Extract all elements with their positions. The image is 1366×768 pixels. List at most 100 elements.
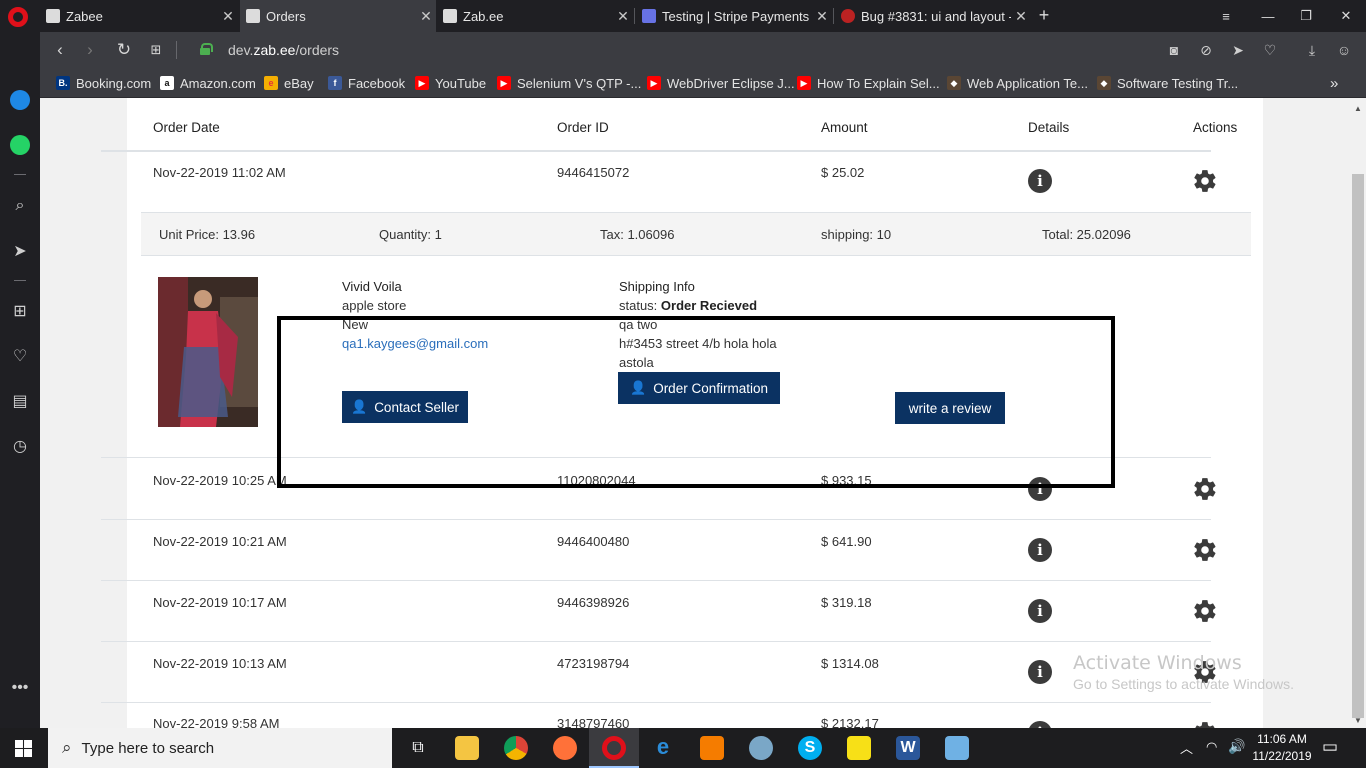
xampp-icon[interactable]	[700, 736, 724, 760]
url-prefix: dev.	[228, 42, 254, 58]
scroll-up-arrow-icon[interactable]: ▲	[1352, 102, 1364, 114]
chrome-icon[interactable]	[504, 736, 528, 760]
bookmark-label: How To Explain Sel...	[817, 75, 940, 91]
tab-zabee[interactable]: Zabee ✕	[40, 0, 238, 32]
forward-button[interactable]: ›	[78, 38, 102, 62]
whatsapp-icon[interactable]	[10, 135, 30, 155]
opera-logo-icon[interactable]	[8, 7, 28, 27]
status-label: status:	[619, 298, 658, 313]
windows-taskbar: ⌕ Type here to search ⧉ e S W ︿ ◠ 🔊 11:0…	[0, 728, 1366, 768]
scrollbar-thumb[interactable]	[1352, 174, 1364, 718]
taskbar-search-box[interactable]: ⌕ Type here to search	[48, 728, 392, 768]
new-tab-button[interactable]: +	[1034, 5, 1054, 25]
address-bar: ‹ › ↻ ⊞ dev.zab.ee/orders ◙ ⊘ ➤ ♡ ⤓ ☺	[40, 32, 1366, 68]
close-tab-icon[interactable]: ✕	[812, 8, 832, 25]
order-date-cell: Nov-22-2019 10:13 AM	[153, 656, 287, 671]
bookmark-facebook[interactable]: f Facebook	[328, 68, 405, 98]
tab-favicon-icon	[246, 9, 260, 23]
search-icon[interactable]: ⌕	[8, 194, 32, 218]
order-amount-cell: $ 641.90	[821, 534, 872, 549]
flow-send-icon[interactable]: ➤	[8, 239, 32, 263]
bookmark-explain-selenium[interactable]: ▶ How To Explain Sel...	[797, 68, 940, 98]
gear-icon[interactable]	[1192, 476, 1218, 502]
order-date-cell: Nov-22-2019 10:21 AM	[153, 534, 287, 549]
highlight-annotation-box	[277, 316, 1115, 488]
more-bookmarks-icon[interactable]: »	[1330, 68, 1338, 98]
bookmark-label: eBay	[284, 75, 314, 91]
seller-store: apple store	[342, 298, 407, 313]
task-view-icon[interactable]: ⧉	[406, 736, 430, 760]
download-icon[interactable]: ⤓	[1302, 40, 1322, 60]
tab-title: Zab.ee	[463, 8, 504, 24]
info-icon[interactable]: i	[1028, 721, 1052, 728]
header-order-id: Order ID	[557, 120, 609, 135]
show-hidden-icons-icon[interactable]: ︿	[1180, 738, 1193, 757]
amazon-icon: a	[160, 76, 174, 90]
bookmark-webdriver-eclipse[interactable]: ▶ WebDriver Eclipse J...	[647, 68, 795, 98]
info-icon[interactable]: i	[1028, 599, 1052, 623]
info-icon[interactable]: i	[1028, 169, 1052, 193]
history-clock-icon[interactable]: ◷	[8, 434, 32, 458]
restore-button[interactable]: ❐	[1286, 0, 1326, 32]
news-icon[interactable]: ▤	[8, 389, 32, 413]
minimize-button[interactable]: —	[1248, 0, 1288, 32]
bookmark-software-testing[interactable]: ◆ Software Testing Tr...	[1097, 68, 1238, 98]
clock-date[interactable]: 11/22/2019	[1250, 749, 1314, 763]
scroll-down-arrow-icon[interactable]: ▼	[1352, 714, 1364, 726]
snapshot-icon[interactable]: ◙	[1164, 40, 1184, 60]
more-options-icon[interactable]: •••	[8, 676, 32, 700]
order-id-cell: 3148797460	[557, 716, 630, 728]
tab-zabee-home[interactable]: Zab.ee ✕	[437, 0, 633, 32]
search-icon: ⌕	[62, 738, 72, 757]
adblock-icon[interactable]: ⊘	[1196, 40, 1216, 60]
tab-menu-icon[interactable]: ≡	[1206, 0, 1246, 32]
url-field[interactable]: dev.zab.ee/orders	[228, 42, 339, 58]
tab-stripe-payments[interactable]: Testing | Stripe Payments ✕	[636, 0, 832, 32]
gear-icon[interactable]	[1192, 537, 1218, 563]
bookmark-booking[interactable]: B. Booking.com	[56, 68, 151, 98]
close-tab-icon[interactable]: ✕	[416, 8, 436, 25]
tab-bug-3831[interactable]: Bug #3831: ui and layout - ✕	[835, 0, 1031, 32]
clock-time[interactable]: 11:06 AM	[1250, 732, 1314, 746]
back-button[interactable]: ‹	[48, 38, 72, 62]
gear-icon[interactable]	[1192, 168, 1218, 194]
close-tab-icon[interactable]: ✕	[613, 8, 633, 25]
info-icon[interactable]: i	[1028, 660, 1052, 684]
sticky-notes-icon[interactable]	[847, 736, 871, 760]
bookmark-youtube[interactable]: ▶ YouTube	[415, 68, 486, 98]
network-tool-icon[interactable]	[749, 736, 773, 760]
bookmark-ebay[interactable]: e eBay	[264, 68, 314, 98]
speed-dial-icon[interactable]: ⊞	[144, 38, 168, 62]
tab-orders[interactable]: Orders ✕	[240, 0, 436, 32]
paint-icon[interactable]	[945, 736, 969, 760]
word-icon[interactable]: W	[896, 736, 920, 760]
notifications-icon[interactable]: ▭	[1322, 737, 1338, 757]
volume-icon[interactable]: 🔊	[1228, 738, 1245, 755]
speed-dial-icon[interactable]: ⊞	[8, 299, 32, 323]
ebay-icon: e	[264, 76, 278, 90]
close-tab-icon[interactable]: ✕	[1011, 8, 1031, 25]
windows-start-icon[interactable]	[15, 740, 32, 757]
heart-icon[interactable]: ♡	[1260, 40, 1280, 60]
close-tab-icon[interactable]: ✕	[218, 8, 238, 25]
file-explorer-icon[interactable]	[455, 736, 479, 760]
messenger-icon[interactable]	[10, 90, 30, 110]
gear-icon[interactable]	[1192, 598, 1218, 624]
send-icon[interactable]: ➤	[1228, 40, 1248, 60]
gear-icon[interactable]	[1192, 720, 1218, 728]
account-icon[interactable]: ☺	[1334, 40, 1354, 60]
reload-button[interactable]: ↻	[112, 38, 136, 62]
bookmarks-heart-icon[interactable]: ♡	[8, 344, 32, 368]
edge-icon[interactable]: e	[651, 736, 675, 760]
close-window-button[interactable]: ✕	[1326, 0, 1366, 32]
opera-icon[interactable]	[602, 736, 626, 760]
bookmark-web-app-testing[interactable]: ◆ Web Application Te...	[947, 68, 1088, 98]
skype-icon[interactable]: S	[798, 736, 822, 760]
header-details: Details	[1028, 120, 1070, 135]
firefox-icon[interactable]	[553, 736, 577, 760]
info-icon[interactable]: i	[1028, 538, 1052, 562]
bookmark-amazon[interactable]: a Amazon.com	[160, 68, 256, 98]
wifi-icon[interactable]: ◠	[1206, 739, 1217, 755]
bookmark-selenium-qtp[interactable]: ▶ Selenium V's QTP -...	[497, 68, 641, 98]
product-image[interactable]	[158, 277, 258, 427]
